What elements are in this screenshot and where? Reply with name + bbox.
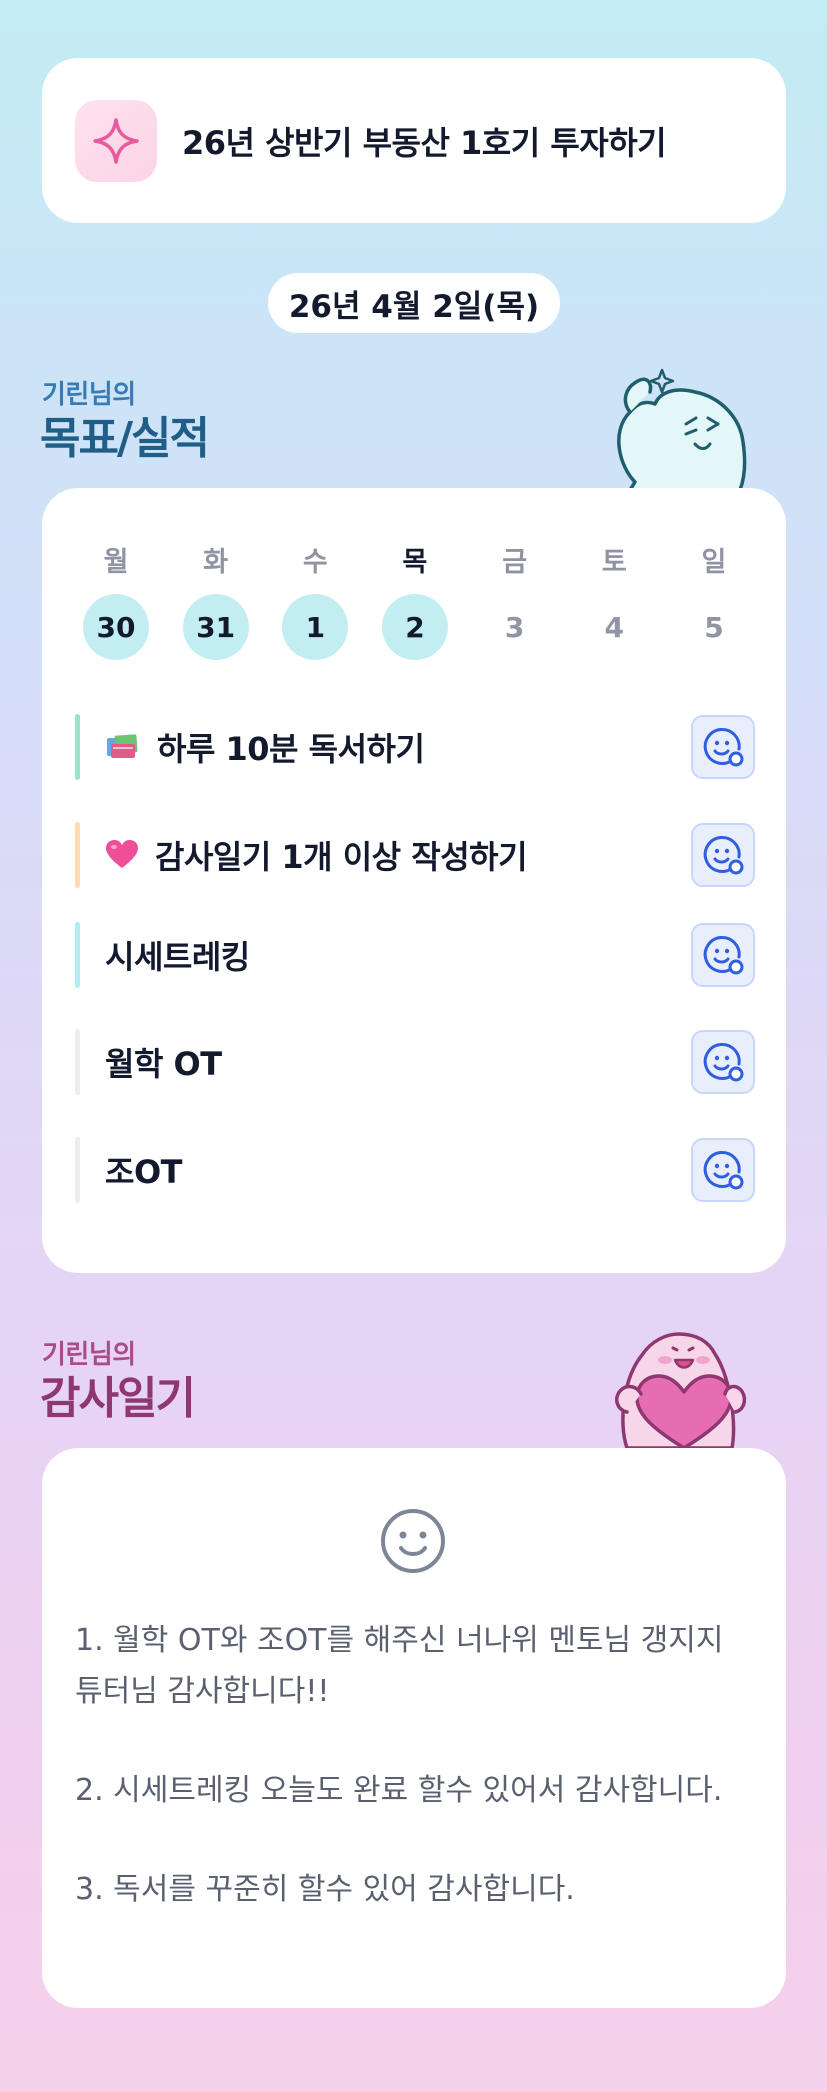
date-chip[interactable]: 1	[282, 594, 349, 660]
smile-add-icon	[703, 728, 744, 767]
task-label: 시세트레킹	[105, 938, 250, 976]
character-illustration	[600, 362, 750, 494]
week-dates: 30 31 1 2 3 4 5	[75, 594, 755, 660]
weekday-label: 토	[601, 547, 627, 578]
smile-add-icon	[703, 1043, 744, 1082]
task-item[interactable]: 시세트레킹	[75, 922, 755, 988]
heart-icon	[105, 840, 139, 870]
add-mood-button[interactable]	[691, 823, 755, 887]
add-mood-button[interactable]	[691, 923, 755, 987]
weekday-label: 수	[302, 547, 328, 578]
weekday-header: 월 화 수 목 금 토 일	[75, 540, 755, 579]
weekday-label: 금	[502, 547, 528, 578]
smile-add-icon	[703, 936, 744, 975]
task-color-bar	[75, 714, 80, 780]
character-heart-illustration	[597, 1320, 757, 1452]
task-label: 조OT	[105, 1153, 182, 1191]
task-label: 하루 10분 독서하기	[157, 730, 425, 768]
task-color-bar	[75, 822, 80, 888]
weekday-label: 일	[701, 547, 727, 578]
date-chip-today[interactable]: 2	[381, 594, 448, 660]
task-color-bar	[75, 1137, 80, 1203]
smile-add-icon	[703, 836, 744, 875]
add-mood-button[interactable]	[691, 1030, 755, 1094]
date-chip[interactable]: 4	[581, 594, 647, 660]
books-icon	[105, 732, 141, 762]
task-item[interactable]: 월학 OT	[75, 1029, 755, 1095]
task-item[interactable]: 하루 10분 독서하기	[75, 714, 755, 780]
add-mood-button[interactable]	[691, 1138, 755, 1202]
diary-entry: 1. 월학 OT와 조OT를 해주신 너나위 멘토님 갱지지 튜터님 감사합니다…	[75, 1623, 724, 1709]
goals-section-title: 목표/실적	[40, 413, 210, 464]
task-item[interactable]: 조OT	[75, 1137, 755, 1203]
weekday-label-today: 목	[402, 547, 428, 578]
smile-icon[interactable]	[378, 1506, 448, 1580]
diary-entry: 2. 시세트레킹 오늘도 완료 할수 있어서 감사합니다.	[75, 1773, 723, 1808]
diary-entries: 1. 월학 OT와 조OT를 해주신 너나위 멘토님 갱지지 튜터님 감사합니다…	[75, 1615, 755, 1963]
date-label: 26년 4월 2일(목)	[268, 273, 560, 333]
task-color-bar	[75, 922, 80, 988]
date-chip[interactable]: 31	[182, 594, 249, 660]
task-item[interactable]: 감사일기 1개 이상 작성하기	[75, 822, 755, 888]
smile-add-icon	[703, 1151, 744, 1190]
goal-title: 26년 상반기 부동산 1호기 투자하기	[182, 123, 667, 162]
task-label: 감사일기 1개 이상 작성하기	[155, 838, 528, 876]
date-chip[interactable]: 30	[83, 594, 149, 660]
diary-section-title: 감사일기	[40, 1373, 196, 1424]
date-chip[interactable]: 5	[681, 594, 747, 660]
weekday-label: 화	[203, 547, 229, 578]
weekday-label: 월	[103, 547, 129, 578]
date-chip[interactable]: 3	[482, 594, 548, 660]
add-mood-button[interactable]	[691, 715, 755, 779]
diary-entry: 3. 독서를 꾸준히 할수 있어 감사합니다.	[75, 1872, 575, 1907]
sparkle-icon	[75, 99, 157, 182]
task-color-bar	[75, 1029, 80, 1095]
task-label: 월학 OT	[105, 1045, 222, 1083]
goal-banner[interactable]: 26년 상반기 부동산 1호기 투자하기	[42, 58, 786, 223]
